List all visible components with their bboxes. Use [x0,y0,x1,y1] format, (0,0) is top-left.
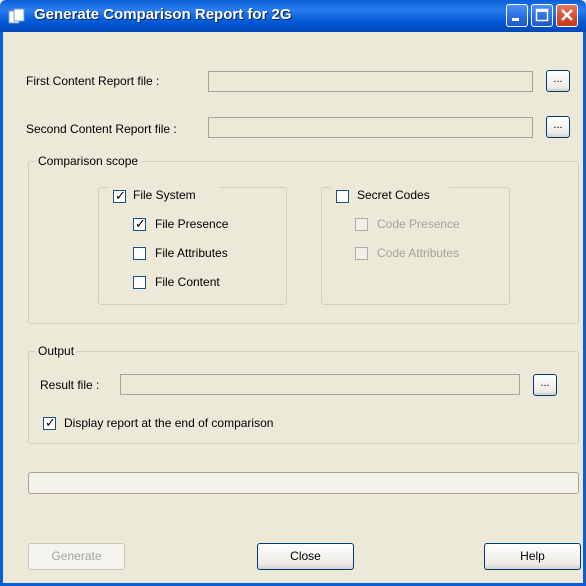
file-system-checkbox[interactable]: ✓ [113,188,126,203]
window-title: Generate Comparison Report for 2G [34,6,292,23]
result-file-label: Result file : [40,378,100,392]
file-attributes-label: File Attributes [155,246,228,260]
code-attributes-checkbox [355,247,368,260]
progress-bar [28,472,579,494]
first-report-label: First Content Report file : [26,74,160,88]
maximize-button[interactable] [531,4,553,27]
app-icon [8,8,25,24]
file-attributes-checkbox[interactable] [133,247,146,260]
result-file-browse-button[interactable]: ... [533,374,557,396]
close-icon [561,9,573,21]
file-content-label: File Content [155,275,220,289]
display-report-label: Display report at the end of comparison [64,416,274,430]
generate-button[interactable]: Generate [28,543,125,570]
first-report-field[interactable] [208,71,533,92]
code-presence-checkbox [355,218,368,231]
first-report-browse-button[interactable]: ... [546,70,570,92]
code-presence-label: Code Presence [377,217,460,231]
maximize-icon [535,8,549,22]
display-report-checkbox[interactable]: ✓ [43,415,56,430]
output-legend: Output [38,344,75,358]
comparison-scope-legend: Comparison scope [38,154,139,168]
help-button[interactable]: Help [484,543,581,570]
code-attributes-label: Code Attributes [377,246,460,260]
result-file-field[interactable] [120,374,520,395]
second-report-label: Second Content Report file : [26,122,177,136]
file-presence-label: File Presence [155,217,229,231]
minimize-button[interactable] [506,4,528,27]
secret-codes-label: Secret Codes [357,188,430,202]
title-bar[interactable]: Generate Comparison Report for 2G [0,0,586,32]
close-window-button[interactable] [556,4,578,27]
second-report-browse-button[interactable]: ... [546,116,570,138]
minimize-icon [512,18,519,21]
file-content-checkbox[interactable] [133,276,146,289]
secret-codes-checkbox[interactable] [336,190,349,203]
file-system-label: File System [133,188,196,202]
dialog-body: First Content Report file : ... Second C… [0,32,586,586]
close-button[interactable]: Close [257,543,354,570]
second-report-field[interactable] [208,117,533,138]
file-presence-checkbox[interactable]: ✓ [133,216,146,231]
